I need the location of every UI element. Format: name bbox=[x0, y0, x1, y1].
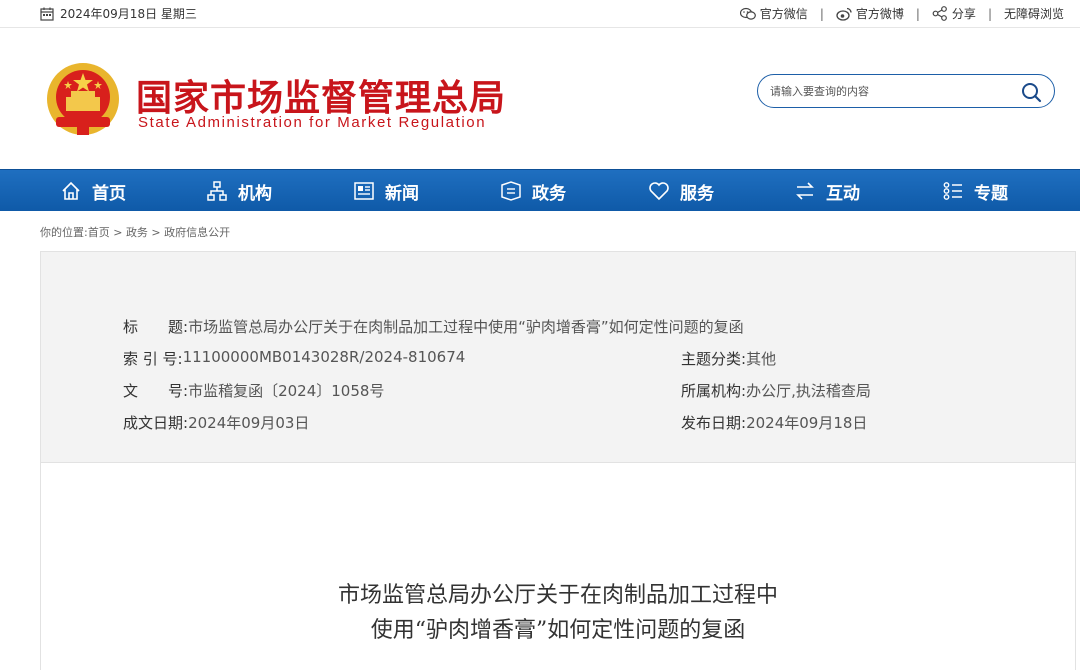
meta-published-row: 发布日期: 2024年09月18日 bbox=[681, 412, 867, 433]
accessibility-label: 无障碍浏览 bbox=[1003, 7, 1064, 21]
meta-index-label: 索 引 号: bbox=[123, 350, 183, 368]
meta-org-row: 所属机构: 办公厅,执法稽查局 bbox=[681, 380, 871, 401]
nav-item-home[interactable]: 首页 bbox=[60, 170, 126, 212]
document-title-line-2: 使用“驴肉增香膏”如何定性问题的复函 bbox=[370, 618, 746, 643]
date-display: 2024年09月18日 星期三 bbox=[40, 5, 197, 22]
calendar-icon bbox=[40, 7, 54, 21]
nav-item-topics[interactable]: 专题 bbox=[942, 170, 1008, 212]
document-title-line-1: 市场监管总局办公厅关于在肉制品加工过程中 bbox=[337, 583, 778, 608]
breadcrumb: 你的位置:首页 > 政务 > 政府信息公开 bbox=[40, 224, 230, 240]
wechat-link[interactable]: 官方微信 bbox=[739, 5, 808, 22]
nav-label: 互动 bbox=[826, 183, 860, 204]
top-links: 官方微信 | 官方微博 | 分享 | 无障碍浏览 bbox=[739, 5, 1064, 22]
site-header: 国家市场监督管理总局 State Administration for Mark… bbox=[0, 29, 1080, 169]
nav-label: 新闻 bbox=[385, 183, 419, 204]
document-metadata: 标 题: 市场监管总局办公厅关于在肉制品加工过程中使用“驴肉增香膏”如何定性问题… bbox=[41, 252, 1075, 463]
main-nav: 首页 机构 新闻 政务 服务 互动 专题 bbox=[0, 169, 1080, 211]
share-link[interactable]: 分享 bbox=[932, 5, 976, 22]
breadcrumb-info-disclosure[interactable]: 政府信息公开 bbox=[164, 226, 230, 239]
national-emblem-icon[interactable] bbox=[44, 61, 122, 139]
date-text: 2024年09月18日 星期三 bbox=[60, 7, 197, 21]
meta-written-value: 2024年09月03日 bbox=[188, 414, 310, 432]
link-separator: | bbox=[915, 6, 920, 21]
nav-item-interaction[interactable]: 互动 bbox=[794, 170, 860, 212]
meta-title-row: 标 题: 市场监管总局办公厅关于在肉制品加工过程中使用“驴肉增香膏”如何定性问题… bbox=[123, 316, 744, 337]
meta-docno-row: 文 号: 市监稽复函〔2024〕1058号 bbox=[123, 380, 384, 401]
nav-label: 首页 bbox=[92, 183, 126, 204]
exchange-icon bbox=[796, 182, 814, 200]
meta-docno-value: 市监稽复函〔2024〕1058号 bbox=[188, 382, 385, 400]
weibo-link[interactable]: 官方微博 bbox=[836, 5, 904, 22]
link-separator: | bbox=[987, 6, 992, 21]
meta-title-value: 市场监管总局办公厅关于在肉制品加工过程中使用“驴肉增香膏”如何定性问题的复函 bbox=[188, 318, 744, 336]
nav-label: 机构 bbox=[238, 183, 272, 204]
nav-item-affairs[interactable]: 政务 bbox=[500, 170, 566, 212]
nav-item-news[interactable]: 新闻 bbox=[353, 170, 419, 212]
breadcrumb-affairs[interactable]: 政务 bbox=[126, 226, 148, 239]
meta-published-value: 2024年09月18日 bbox=[746, 414, 868, 432]
heart-icon bbox=[649, 182, 669, 201]
breadcrumb-separator: > bbox=[147, 226, 165, 239]
weibo-label: 官方微博 bbox=[855, 7, 904, 21]
meta-published-label: 发布日期: bbox=[681, 414, 747, 432]
meta-title-label: 标 题: bbox=[123, 318, 189, 336]
meta-index-row: 索 引 号: 11100000MB0143028R/2024-810674 bbox=[123, 348, 465, 369]
meta-org-value: 办公厅,执法稽查局 bbox=[746, 382, 871, 400]
breadcrumb-home[interactable]: 首页 bbox=[88, 226, 110, 239]
search-icon[interactable] bbox=[1020, 81, 1042, 103]
home-icon bbox=[62, 181, 80, 200]
topics-icon bbox=[943, 182, 962, 200]
nav-label: 服务 bbox=[680, 183, 714, 204]
nav-label: 政务 bbox=[532, 183, 566, 204]
org-chart-icon bbox=[207, 181, 227, 201]
link-separator: | bbox=[819, 6, 824, 21]
share-icon bbox=[932, 6, 947, 21]
affairs-icon bbox=[501, 181, 521, 201]
meta-category-row: 主题分类: 其他 bbox=[681, 348, 776, 369]
meta-org-label: 所属机构: bbox=[681, 382, 747, 400]
meta-docno-label: 文 号: bbox=[123, 382, 189, 400]
accessibility-link[interactable]: 无障碍浏览 bbox=[1004, 5, 1064, 22]
breadcrumb-prefix: 你的位置: bbox=[40, 226, 88, 239]
share-label: 分享 bbox=[951, 7, 976, 21]
breadcrumb-separator: > bbox=[109, 226, 126, 239]
meta-written-row: 成文日期: 2024年09月03日 bbox=[123, 412, 309, 433]
wechat-icon bbox=[739, 7, 756, 20]
nav-item-org[interactable]: 机构 bbox=[206, 170, 272, 212]
search-input[interactable] bbox=[770, 81, 1010, 101]
meta-written-label: 成文日期: bbox=[123, 414, 189, 432]
nav-label: 专题 bbox=[974, 183, 1008, 204]
search-box bbox=[757, 74, 1055, 108]
meta-category-value: 其他 bbox=[746, 350, 777, 368]
meta-category-label: 主题分类: bbox=[681, 350, 747, 368]
nav-item-services[interactable]: 服务 bbox=[648, 170, 714, 212]
newspaper-icon bbox=[354, 182, 374, 200]
weibo-icon bbox=[836, 7, 852, 21]
top-bar: 2024年09月18日 星期三 官方微信 | 官方微博 | 分享 | 无障碍浏览 bbox=[0, 0, 1080, 28]
site-title-english: State Administration for Market Regulati… bbox=[138, 114, 487, 131]
wechat-label: 官方微信 bbox=[759, 7, 808, 21]
meta-index-value: 11100000MB0143028R/2024-810674 bbox=[182, 348, 466, 366]
document-panel: 标 题: 市场监管总局办公厅关于在肉制品加工过程中使用“驴肉增香膏”如何定性问题… bbox=[40, 251, 1076, 670]
